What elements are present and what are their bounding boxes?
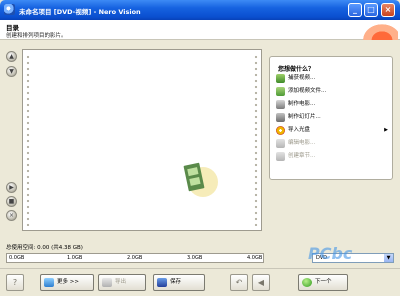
site-watermark: PCbc — [308, 244, 353, 263]
close-button[interactable]: × — [381, 3, 395, 17]
next-arrow-icon — [302, 278, 312, 287]
undo-button[interactable]: ↶ — [230, 274, 248, 291]
save-button[interactable]: 保存 — [153, 274, 205, 291]
help-button[interactable]: ? — [6, 274, 24, 291]
next-button-label: 下一个 — [315, 279, 332, 285]
more-icon — [44, 278, 54, 287]
task-label: 制作电影... — [288, 101, 316, 107]
window-title: 未命名项目 [DVD-视频] - Nero Vision — [19, 8, 141, 16]
task-label: 捕获视频... — [288, 75, 316, 81]
camera-icon — [276, 74, 285, 83]
chevron-down-icon: ▼ — [384, 254, 393, 262]
export-button-label: 导出 — [115, 279, 127, 285]
film-perforation-left — [26, 54, 30, 226]
gauge-tick-label: 1.0GB — [67, 255, 83, 261]
gauge-tick-label: 0.0GB — [9, 255, 25, 261]
bottom-toolbar: ? 更多 >> 导出 保存 ↶ ◀ 下一个 — [0, 268, 400, 296]
stop-button[interactable]: ■ — [6, 196, 17, 207]
task-import-disc[interactable]: 导入光盘 ▶ — [276, 125, 390, 136]
floppy-disk-icon — [157, 278, 167, 287]
film-perforation-right — [254, 54, 258, 226]
task-make-movie[interactable]: 制作电影... — [276, 99, 390, 110]
page-subtitle: 创建和排列项目的影片。 — [6, 33, 67, 39]
task-label: 添加视频文件... — [288, 88, 327, 94]
page-header: 目录 创建和排列项目的影片。 — [0, 20, 400, 40]
delete-button[interactable]: × — [6, 210, 17, 221]
film-clip-icon — [183, 162, 218, 197]
film-icon — [276, 100, 285, 109]
more-button-label: 更多 >> — [57, 279, 79, 285]
scroll-down-button[interactable]: ▼ — [6, 66, 17, 77]
nero-logo-icon — [358, 20, 398, 40]
chapter-icon — [276, 152, 285, 161]
gauge-tick-label: 2.0GB — [127, 255, 143, 261]
edit-icon — [276, 139, 285, 148]
export-button[interactable]: 导出 — [98, 274, 146, 291]
nero-app-icon — [4, 4, 15, 15]
task-label: 编辑电影... — [288, 140, 316, 146]
slideshow-icon — [276, 113, 285, 122]
task-panel: 您想做什么？ 捕获视频... 添加视频文件... 制作电影... 制作幻灯片..… — [269, 56, 393, 180]
task-label: 制作幻灯片... — [288, 114, 321, 120]
task-capture-video[interactable]: 捕获视频... — [276, 73, 390, 84]
gauge-tick-label: 4.0GB — [247, 255, 263, 261]
task-make-slideshow[interactable]: 制作幻灯片... — [276, 112, 390, 123]
task-panel-title: 您想做什么？ — [278, 66, 315, 73]
export-icon — [102, 278, 112, 287]
more-button[interactable]: 更多 >> — [40, 274, 94, 291]
add-file-icon — [276, 87, 285, 96]
task-label: 创建章节... — [288, 153, 316, 159]
task-create-chapters[interactable]: 创建章节... — [276, 151, 390, 162]
task-label: 导入光盘 — [288, 127, 311, 133]
disc-capacity-gauge: 0.0GB 1.0GB 2.0GB 3.0GB 4.0GB — [6, 253, 264, 263]
minimize-button[interactable]: _ — [348, 3, 362, 17]
next-button[interactable]: 下一个 — [298, 274, 348, 291]
scroll-up-button[interactable]: ▲ — [6, 51, 17, 62]
maximize-button[interactable]: □ — [364, 3, 378, 17]
play-button[interactable]: ▶ — [6, 182, 17, 193]
movie-list-area[interactable] — [22, 49, 262, 231]
gauge-tick-label: 3.0GB — [187, 255, 203, 261]
submenu-arrow-icon: ▶ — [384, 127, 388, 133]
task-add-video-files[interactable]: 添加视频文件... — [276, 86, 390, 97]
disc-icon — [276, 126, 285, 135]
back-button[interactable]: ◀ — [252, 274, 270, 291]
space-usage-label: 总使用空间: 0.00 (共4.38 GB) — [6, 245, 83, 251]
title-bar[interactable]: 未命名项目 [DVD-视频] - Nero Vision _ □ × — [0, 0, 400, 20]
save-button-label: 保存 — [170, 279, 182, 285]
task-edit-movie[interactable]: 编辑电影... — [276, 138, 390, 149]
